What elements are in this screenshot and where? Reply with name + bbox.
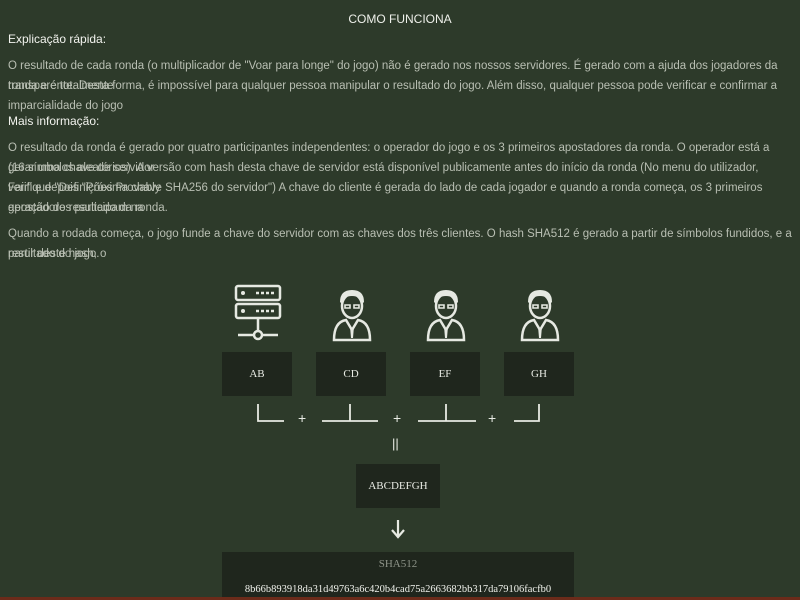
server-icon: [234, 284, 282, 341]
key-box-server: AB: [222, 352, 292, 396]
more-info-line: geração do resultado da ronda.: [8, 202, 168, 214]
sha512-panel: SHA512 8b66b893918da31d49763a6c420b4cad7…: [222, 552, 574, 600]
key-box-player-3: GH: [504, 352, 574, 396]
quick-explanation-heading: Explicação rápida:: [8, 32, 107, 46]
quick-explanation-line: transparente. Desta forma, é impossível …: [8, 80, 778, 112]
key-box-player-1: CD: [316, 352, 386, 396]
sha512-hash: 8b66b893918da31d49763a6c420b4cad75a26636…: [244, 584, 552, 595]
sha512-label: SHA512: [378, 558, 418, 570]
more-info-heading: Mais informação:: [8, 114, 100, 128]
key-box-player-2: EF: [410, 352, 480, 396]
player-icon: [520, 290, 560, 342]
more-info-line: resultado do jogo.: [8, 248, 100, 260]
equals-sign: ||: [392, 436, 399, 451]
page-title: COMO FUNCIONA: [348, 12, 452, 26]
arrow-down-icon: [391, 520, 405, 539]
plus-sign: +: [298, 410, 307, 426]
plus-sign: +: [393, 410, 402, 426]
player-icon: [426, 290, 466, 342]
player-icon: [332, 290, 372, 342]
plus-sign: +: [488, 410, 497, 426]
combined-key-box: ABCDEFGH: [356, 464, 440, 508]
